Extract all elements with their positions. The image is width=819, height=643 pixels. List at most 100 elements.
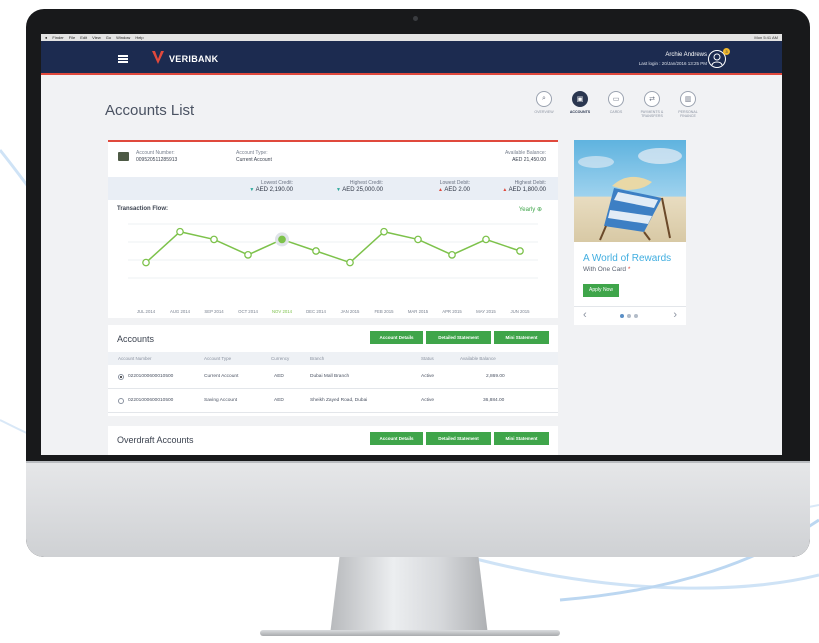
radio-button[interactable] (118, 374, 124, 380)
beach-chair-image (574, 140, 686, 242)
monitor-stand (330, 557, 488, 635)
accounts-section: Accounts Account Details Detailed Statem… (108, 325, 558, 416)
chevron-left-icon[interactable]: ‹ (583, 309, 587, 321)
chart-icon: ▥ (680, 91, 696, 107)
nav-cards-label: CARDS (609, 110, 623, 114)
menu-go[interactable]: Go (106, 35, 111, 40)
account-number-label: Account Number: (136, 150, 175, 156)
arrow-down-icon: ▼ (249, 187, 255, 193)
nav-cards[interactable]: ▭ CARDS (601, 91, 631, 118)
table-row[interactable]: 02201000600010500 Current Account AED Du… (108, 365, 558, 389)
data-point (278, 235, 286, 244)
user-name[interactable]: Archie Andrews (665, 52, 707, 58)
data-point (516, 247, 524, 255)
bank-logo-icon (152, 51, 164, 64)
data-point (380, 227, 388, 236)
col-status: Status (421, 356, 434, 361)
period-selector-label: Yearly (518, 207, 536, 213)
account-type-cell: Current Account (204, 374, 239, 379)
col-available-balance: Available Balance (460, 356, 496, 361)
apple-icon[interactable]: ● (45, 35, 47, 40)
data-point (448, 251, 456, 259)
wallet-icon: ▣ (572, 91, 588, 107)
series-line (145, 230, 521, 264)
accounts-table-header: Account Number Account Type Currency Bra… (108, 352, 558, 365)
promo-title: A World of Rewards (583, 253, 672, 264)
transfer-icon: ⇄ (644, 91, 660, 107)
period-selector[interactable]: Yearly ⊕ (519, 206, 542, 213)
lowest-credit-value: AED 2,190.00 (255, 187, 293, 193)
notification-badge[interactable]: 3 (723, 48, 730, 55)
data-point (482, 235, 490, 244)
status-cell: Active (421, 374, 435, 379)
lowest-debit-label: Lowest Debit: (439, 180, 470, 186)
credit-debit-summary: Lowest Credit: ▼ AED 2,190.00 Highest Cr… (108, 177, 558, 200)
balance-cell: 2,869.00 (486, 374, 505, 379)
account-summary-card: Account Number: 009520511285913 Account … (108, 140, 558, 318)
available-balance-label: Available Balance: (504, 150, 546, 156)
balance-cell: 36,884.00 (483, 398, 505, 403)
menu-file[interactable]: File (69, 35, 75, 40)
menu-view[interactable]: View (92, 35, 101, 40)
branch-cell: Sheikh Zayed Road, Dubai (310, 398, 368, 403)
currency-cell: AED (274, 398, 284, 403)
transaction-flow-chart: JUL 2014 AUG 2014 SEP 2014 OCT 2014 NOV 2014… (128, 223, 538, 314)
mini-statement-button[interactable]: Mini Statement (494, 331, 549, 344)
currency-cell: AED (274, 374, 284, 379)
nav-personal-finance[interactable]: ▥ PERSONAL FINANCE (673, 91, 703, 118)
account-number: 009520511285913 (136, 157, 178, 163)
last-login: Last login : 20/Jan/2016 13:25 PM (638, 61, 707, 66)
carousel-dot[interactable] (627, 314, 631, 318)
arrow-up-icon: ▲ (502, 187, 508, 193)
nav-accounts[interactable]: ▣ ACCOUNTS (565, 91, 595, 118)
monitor-base (260, 630, 560, 636)
overdraft-account-details-button[interactable]: Account Details (370, 432, 423, 445)
nav-payments[interactable]: ⇄ PAYMENTS & TRANSFERS (637, 91, 667, 118)
overdraft-detailed-statement-button[interactable]: Detailed Statement (426, 432, 491, 445)
data-point (142, 258, 150, 267)
apply-now-button[interactable]: Apply Now (583, 284, 619, 297)
x-tick-label: APR 2015 (442, 309, 462, 314)
account-type: Current Account (236, 157, 272, 163)
carousel-dot[interactable] (634, 314, 638, 318)
account-details-button[interactable]: Account Details (370, 331, 423, 344)
os-menubar: ● Finder File Edit View Go Window Help M… (41, 34, 782, 41)
table-row[interactable]: 02201000600010500 Saving Account AED She… (108, 389, 558, 413)
x-tick-label: FEB 2015 (374, 309, 394, 314)
radio-button[interactable] (118, 398, 124, 404)
accounts-title: Accounts (117, 334, 155, 344)
menu-help[interactable]: Help (135, 35, 143, 40)
chevron-right-icon[interactable]: › (673, 309, 677, 321)
highest-credit-label: Highest Credit: (349, 180, 383, 186)
available-balance: AED 21,450.00 (512, 157, 546, 163)
nav-personal-finance-label: PERSONAL FINANCE (678, 110, 698, 118)
promo-banner: A World of Rewards With One Card * Apply… (574, 140, 686, 325)
x-tick-label: OCT 2014 (238, 309, 258, 314)
x-tick-label: AUG 2014 (170, 309, 191, 314)
hamburger-menu-icon[interactable] (118, 55, 128, 63)
camera-dot (413, 16, 418, 21)
carousel-dot[interactable] (620, 314, 624, 318)
data-point (210, 235, 218, 244)
menu-edit[interactable]: Edit (80, 35, 87, 40)
detailed-statement-button[interactable]: Detailed Statement (426, 331, 491, 344)
menubar-clock: Mon 5:41 AM (754, 35, 778, 40)
nav-overview[interactable]: ⌕ OVERVIEW (529, 91, 559, 118)
wallet-icon (118, 152, 129, 161)
brand-name: VERIBANK (169, 54, 219, 64)
data-point (244, 251, 252, 259)
data-point (176, 227, 184, 236)
overdraft-mini-statement-button[interactable]: Mini Statement (494, 432, 549, 445)
nav-overview-label: OVERVIEW (534, 110, 554, 114)
lowest-debit-value: AED 2.00 (444, 187, 470, 193)
x-tick-label: JUL 2014 (137, 309, 156, 314)
chin-divider (26, 461, 810, 463)
menu-finder[interactable]: Finder (52, 35, 63, 40)
stage: ● Finder File Edit View Go Window Help M… (0, 0, 819, 643)
col-branch: Branch (310, 356, 325, 361)
page-title: Accounts List (105, 102, 195, 119)
app-screen: ● Finder File Edit View Go Window Help M… (41, 34, 782, 455)
monitor-chin (26, 461, 810, 557)
menu-window[interactable]: Window (116, 35, 130, 40)
plus-icon: ⊕ (536, 207, 542, 213)
